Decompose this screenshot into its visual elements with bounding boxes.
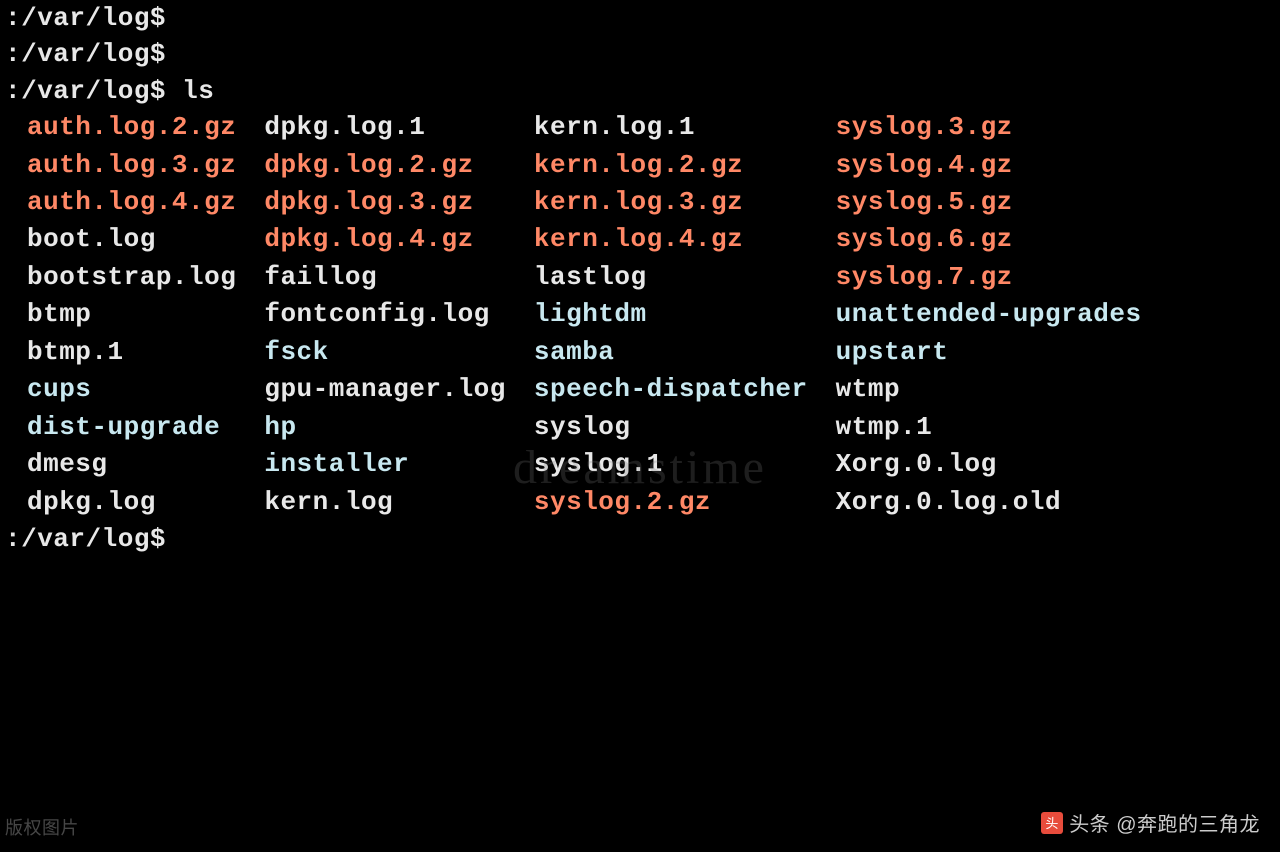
attribution-label: 头条 bbox=[1069, 808, 1110, 837]
file-entry: boot.log bbox=[27, 221, 236, 258]
file-entry: fsck bbox=[264, 334, 506, 371]
file-entry: speech-dispatcher bbox=[534, 371, 808, 408]
file-entry: kern.log.1 bbox=[534, 109, 808, 146]
ls-column-4: syslog.3.gzsyslog.4.gzsyslog.5.gzsyslog.… bbox=[836, 109, 1142, 521]
file-entry: dpkg.log.4.gz bbox=[264, 221, 506, 258]
file-entry: Xorg.0.log bbox=[836, 446, 1142, 483]
ls-output: auth.log.2.gzauth.log.3.gzauth.log.4.gzb… bbox=[5, 109, 1275, 521]
prompt-line-end: :/var/log$ bbox=[5, 521, 1275, 557]
file-entry: lastlog bbox=[534, 259, 808, 296]
file-entry: unattended-upgrades bbox=[836, 296, 1142, 333]
attribution-author: @奔跑的三角龙 bbox=[1116, 808, 1260, 837]
file-entry: syslog.4.gz bbox=[836, 147, 1142, 184]
file-entry: fontconfig.log bbox=[264, 296, 506, 333]
terminal-window[interactable]: :/var/log$ :/var/log$ :/var/log$ ls auth… bbox=[0, 0, 1280, 557]
file-entry: cups bbox=[27, 371, 236, 408]
file-entry: lightdm bbox=[534, 296, 808, 333]
file-entry: kern.log.4.gz bbox=[534, 221, 808, 258]
file-entry: dpkg.log.3.gz bbox=[264, 184, 506, 221]
file-entry: syslog.7.gz bbox=[836, 259, 1142, 296]
file-entry: syslog.3.gz bbox=[836, 109, 1142, 146]
file-entry: btmp.1 bbox=[27, 334, 236, 371]
file-entry: btmp bbox=[27, 296, 236, 333]
file-entry: wtmp bbox=[836, 371, 1142, 408]
file-entry: installer bbox=[264, 446, 506, 483]
file-entry: upstart bbox=[836, 334, 1142, 371]
file-entry: samba bbox=[534, 334, 808, 371]
file-entry: syslog bbox=[534, 409, 808, 446]
file-entry: syslog.6.gz bbox=[836, 221, 1142, 258]
file-entry: auth.log.4.gz bbox=[27, 184, 236, 221]
file-entry: auth.log.2.gz bbox=[27, 109, 236, 146]
prompt-line-ls: :/var/log$ ls bbox=[5, 73, 1275, 109]
file-entry: faillog bbox=[264, 259, 506, 296]
file-entry: kern.log.2.gz bbox=[534, 147, 808, 184]
prompt-line: :/var/log$ bbox=[5, 0, 1275, 36]
file-entry: syslog.5.gz bbox=[836, 184, 1142, 221]
file-entry: dpkg.log.2.gz bbox=[264, 147, 506, 184]
copyright-label: 版权图片 bbox=[5, 814, 79, 840]
file-entry: auth.log.3.gz bbox=[27, 147, 236, 184]
ls-column-1: auth.log.2.gzauth.log.3.gzauth.log.4.gzb… bbox=[27, 109, 236, 521]
file-entry: syslog.2.gz bbox=[534, 484, 808, 521]
toutiao-icon: 头 bbox=[1041, 812, 1063, 834]
file-entry: syslog.1 bbox=[534, 446, 808, 483]
file-entry: hp bbox=[264, 409, 506, 446]
file-entry: dist-upgrade bbox=[27, 409, 236, 446]
file-entry: dmesg bbox=[27, 446, 236, 483]
file-entry: kern.log.3.gz bbox=[534, 184, 808, 221]
file-entry: gpu-manager.log bbox=[264, 371, 506, 408]
file-entry: wtmp.1 bbox=[836, 409, 1142, 446]
prompt-line: :/var/log$ bbox=[5, 36, 1275, 72]
ls-column-3: kern.log.1kern.log.2.gzkern.log.3.gzkern… bbox=[534, 109, 808, 521]
file-entry: dpkg.log.1 bbox=[264, 109, 506, 146]
file-entry: bootstrap.log bbox=[27, 259, 236, 296]
file-entry: kern.log bbox=[264, 484, 506, 521]
attribution: 头 头条 @奔跑的三角龙 bbox=[1041, 808, 1260, 837]
ls-column-2: dpkg.log.1dpkg.log.2.gzdpkg.log.3.gzdpkg… bbox=[264, 109, 506, 521]
file-entry: Xorg.0.log.old bbox=[836, 484, 1142, 521]
file-entry: dpkg.log bbox=[27, 484, 236, 521]
